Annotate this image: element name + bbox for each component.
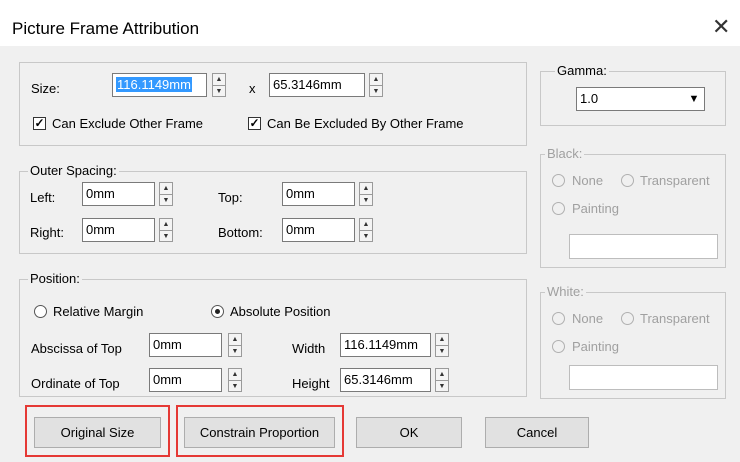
white-legend: White:: [545, 284, 586, 299]
spacing-top-field[interactable]: 0mm: [282, 182, 355, 206]
spacing-bottom-stepper[interactable]: ▲ ▼: [359, 218, 373, 242]
spin-up-icon[interactable]: ▲: [436, 369, 448, 381]
size-label: Size:: [31, 81, 60, 96]
size-height-stepper[interactable]: ▲ ▼: [369, 73, 383, 97]
excluded-by-checkbox[interactable]: ✓: [248, 117, 261, 130]
size-height-field[interactable]: 65.3146mm: [269, 73, 365, 97]
spin-up-icon[interactable]: ▲: [436, 334, 448, 346]
ordinate-field[interactable]: 0mm: [149, 368, 222, 392]
relative-margin-label: Relative Margin: [53, 304, 144, 319]
chevron-down-icon[interactable]: ▼: [684, 88, 704, 110]
black-transparent-radio[interactable]: [621, 174, 634, 187]
spin-down-icon[interactable]: ▼: [436, 346, 448, 357]
white-transparent-label: Transparent: [640, 311, 710, 326]
spin-down-icon[interactable]: ▼: [160, 231, 172, 242]
spacing-bottom-field[interactable]: 0mm: [282, 218, 355, 242]
spin-down-icon[interactable]: ▼: [370, 86, 382, 97]
close-icon[interactable]: ✕: [712, 16, 730, 38]
gamma-value: 1.0: [580, 91, 599, 106]
cancel-button[interactable]: Cancel: [485, 417, 589, 448]
white-painting-label: Painting: [572, 339, 619, 354]
black-none-label: None: [572, 173, 604, 188]
black-painting-radio[interactable]: [552, 202, 565, 215]
constrain-proportion-button[interactable]: Constrain Proportion: [184, 417, 335, 448]
spin-up-icon[interactable]: ▲: [213, 74, 225, 86]
ordinate-stepper[interactable]: ▲ ▼: [228, 368, 242, 392]
white-transparent-radio[interactable]: [621, 312, 634, 325]
spacing-right-field[interactable]: 0mm: [82, 218, 155, 242]
can-exclude-label: Can Exclude Other Frame: [52, 116, 204, 131]
spin-down-icon[interactable]: ▼: [436, 381, 448, 392]
spacing-left-field[interactable]: 0mm: [82, 182, 155, 206]
spacing-left-label: Left:: [30, 190, 56, 205]
spin-up-icon[interactable]: ▲: [370, 74, 382, 86]
spacing-top-label: Top:: [218, 190, 243, 205]
spin-up-icon[interactable]: ▲: [360, 219, 372, 231]
original-size-button[interactable]: Original Size: [34, 417, 161, 448]
ordinate-label: Ordinate of Top: [31, 376, 120, 391]
spin-up-icon[interactable]: ▲: [360, 183, 372, 195]
gamma-legend: Gamma:: [555, 63, 609, 78]
position-width-stepper[interactable]: ▲ ▼: [435, 333, 449, 357]
spin-up-icon[interactable]: ▲: [229, 369, 241, 381]
spin-up-icon[interactable]: ▲: [160, 219, 172, 231]
position-height-stepper[interactable]: ▲ ▼: [435, 368, 449, 392]
black-painting-label: Painting: [572, 201, 619, 216]
absolute-position-label: Absolute Position: [230, 304, 331, 319]
spin-down-icon[interactable]: ▼: [213, 86, 225, 97]
spin-down-icon[interactable]: ▼: [229, 381, 241, 392]
size-width-field[interactable]: 116.1149mm: [112, 73, 207, 97]
abscissa-stepper[interactable]: ▲ ▼: [228, 333, 242, 357]
white-painting-field[interactable]: [569, 365, 718, 390]
spin-down-icon[interactable]: ▼: [360, 231, 372, 242]
can-exclude-checkbox[interactable]: ✓: [33, 117, 46, 130]
ok-button[interactable]: OK: [356, 417, 462, 448]
outer-spacing-legend: Outer Spacing:: [28, 163, 119, 178]
spacing-right-stepper[interactable]: ▲ ▼: [159, 218, 173, 242]
excluded-by-label: Can Be Excluded By Other Frame: [267, 116, 464, 131]
white-painting-radio[interactable]: [552, 340, 565, 353]
black-transparent-label: Transparent: [640, 173, 710, 188]
dialog-title: Picture Frame Attribution: [12, 19, 200, 38]
white-none-radio[interactable]: [552, 312, 565, 325]
absolute-position-radio[interactable]: [211, 305, 224, 318]
position-width-label: Width: [292, 341, 326, 356]
spin-up-icon[interactable]: ▲: [160, 183, 172, 195]
position-height-label: Height: [292, 376, 330, 391]
spacing-right-label: Right:: [30, 225, 64, 240]
spacing-bottom-label: Bottom:: [218, 225, 263, 240]
spin-up-icon[interactable]: ▲: [229, 334, 241, 346]
spacing-top-stepper[interactable]: ▲ ▼: [359, 182, 373, 206]
black-legend: Black:: [545, 146, 585, 161]
spin-down-icon[interactable]: ▼: [160, 195, 172, 206]
relative-margin-radio[interactable]: [34, 305, 47, 318]
black-painting-field[interactable]: [569, 234, 718, 259]
size-x-label: x: [249, 81, 256, 96]
spacing-left-stepper[interactable]: ▲ ▼: [159, 182, 173, 206]
spin-down-icon[interactable]: ▼: [229, 346, 241, 357]
abscissa-field[interactable]: 0mm: [149, 333, 222, 357]
position-legend: Position:: [28, 271, 82, 286]
black-none-radio[interactable]: [552, 174, 565, 187]
position-width-field[interactable]: 116.1149mm: [340, 333, 431, 357]
white-none-label: None: [572, 311, 604, 326]
spin-down-icon[interactable]: ▼: [360, 195, 372, 206]
size-width-value: 116.1149mm: [116, 77, 192, 92]
abscissa-label: Abscissa of Top: [31, 341, 122, 356]
position-height-field[interactable]: 65.3146mm: [340, 368, 431, 392]
size-width-stepper[interactable]: ▲ ▼: [212, 73, 226, 97]
